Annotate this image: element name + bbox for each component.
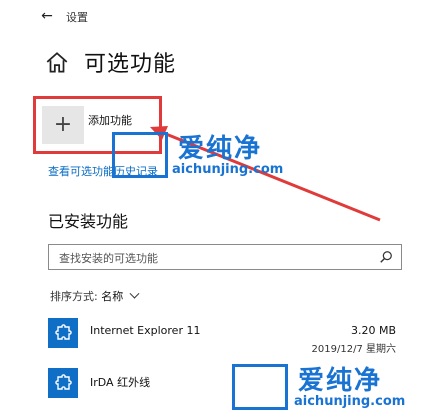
installed-heading: 已安装功能 xyxy=(48,212,129,231)
list-item[interactable]: Internet Explorer 11 3.20 MB 2019/12/7 星… xyxy=(48,318,408,362)
watermark-url: aichunjing.com xyxy=(172,162,284,177)
watermark-logo-icon xyxy=(112,132,168,178)
feature-name: IrDA 红外线 xyxy=(90,376,151,389)
puzzle-icon xyxy=(48,368,78,398)
sort-dropdown[interactable]: 排序方式: 名称 xyxy=(50,288,140,304)
page-title: 可选功能 xyxy=(84,52,177,77)
watermark-top: 爱纯净 aichunjing.com xyxy=(112,128,302,184)
back-button[interactable]: ← xyxy=(36,6,58,26)
feature-name: Internet Explorer 11 xyxy=(90,324,201,337)
watermark-title: 爱纯净 xyxy=(178,134,263,164)
search-icon[interactable] xyxy=(379,250,393,264)
watermark-logo-icon xyxy=(232,364,288,410)
home-icon[interactable] xyxy=(44,50,70,76)
plus-icon: + xyxy=(53,112,73,137)
sort-value: 名称 xyxy=(101,290,124,303)
watermark-title: 爱纯净 xyxy=(298,366,383,396)
watermark-bottom: 爱纯净 aichunjing.com xyxy=(232,360,422,416)
watermark-url: aichunjing.com xyxy=(294,394,406,409)
search-box[interactable] xyxy=(48,244,402,270)
chevron-down-icon xyxy=(129,288,140,299)
window-title: 设置 xyxy=(66,11,88,24)
search-input[interactable] xyxy=(57,247,361,269)
sort-label: 排序方式: xyxy=(50,290,98,303)
add-feature-button[interactable]: + xyxy=(42,106,84,144)
puzzle-icon xyxy=(48,318,78,348)
feature-size: 3.20 MB xyxy=(350,324,396,337)
add-feature-label[interactable]: 添加功能 xyxy=(88,112,132,128)
feature-date: 2019/12/7 星期六 xyxy=(311,344,396,355)
